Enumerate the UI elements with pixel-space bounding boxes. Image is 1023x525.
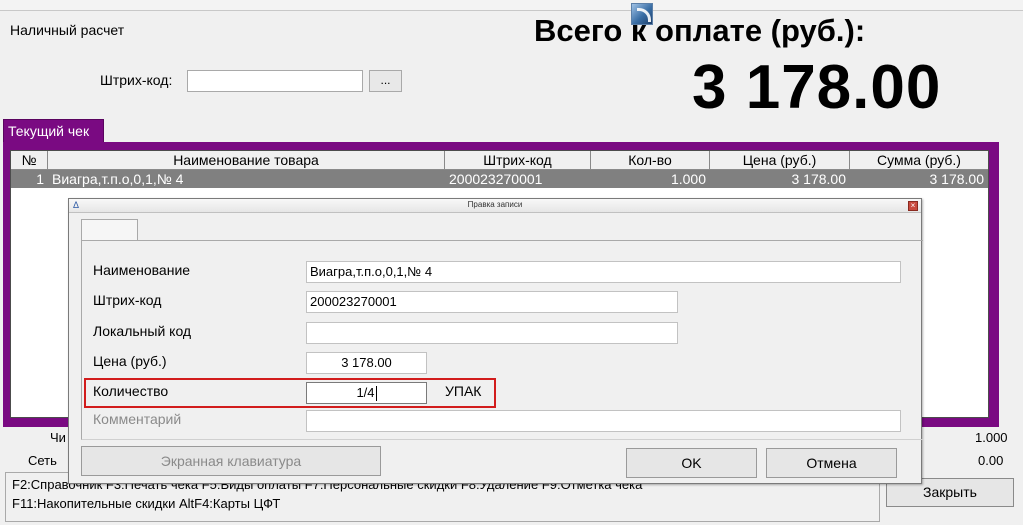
cell-barcode: 200023270001 <box>449 171 543 187</box>
ok-button[interactable]: OK <box>626 448 757 478</box>
comment-label: Комментарий <box>93 411 182 427</box>
hotkeys-line-2: F11:Накопительные скидки AltF4:Карты ЦФТ <box>12 496 281 511</box>
payment-mode-label: Наличный расчет <box>10 22 125 38</box>
column-header-barcode[interactable]: Штрих-код <box>445 151 591 170</box>
text-caret <box>375 386 377 402</box>
comment-field[interactable] <box>306 410 901 432</box>
dialog-title: Правка записи <box>467 200 523 209</box>
barcode-field-label: Штрих-код <box>93 292 162 308</box>
cancel-button[interactable]: Отмена <box>766 448 897 478</box>
dialog-titlebar[interactable]: Δ Правка записи × <box>69 199 921 213</box>
barcode-field[interactable]: 200023270001 <box>306 291 678 313</box>
quantity-value: 1/4 <box>356 385 375 400</box>
quantity-field[interactable]: 1/4 <box>306 382 427 404</box>
column-header-number[interactable]: № <box>11 151 48 170</box>
edit-record-dialog: Δ Правка записи × Наименование Виагра,т.… <box>68 198 923 484</box>
price-label: Цена (руб.) <box>93 353 167 369</box>
column-header-price[interactable]: Цена (руб.) <box>710 151 850 170</box>
on-screen-keyboard-button[interactable]: Экранная клавиатура <box>81 446 381 476</box>
discount-total: 0.00 <box>978 453 1004 468</box>
barcode-input[interactable] <box>187 70 363 92</box>
local-code-field[interactable] <box>306 322 678 344</box>
title-strip <box>0 0 1023 11</box>
dialog-tab[interactable] <box>81 219 138 241</box>
column-header-sum[interactable]: Сумма (руб.) <box>850 151 988 170</box>
quantity-label: Количество <box>93 383 169 399</box>
total-amount: 3 178.00 <box>692 53 942 122</box>
dialog-close-icon[interactable]: × <box>908 201 918 211</box>
receipt-summary-label: Чи <box>50 430 66 445</box>
cell-qty: 1.000 <box>670 171 706 187</box>
local-code-label: Локальный код <box>93 323 192 339</box>
cell-price: 3 178.00 <box>791 171 847 187</box>
cell-name: Виагра,т.п.о,0,1,№ 4 <box>52 171 184 187</box>
network-label: Сеть <box>28 453 57 468</box>
column-header-name[interactable]: Наименование товара <box>48 151 445 170</box>
barcode-label: Штрих-код: <box>100 72 173 88</box>
table-row[interactable]: 1 Виагра,т.п.о,0,1,№ 4 200023270001 1.00… <box>11 170 988 188</box>
barcode-browse-button[interactable]: ... <box>369 70 402 92</box>
quantity-total: 1.000 <box>975 430 1008 445</box>
cell-number: 1 <box>36 171 44 187</box>
receipt-table-header: № Наименование товара Штрих-код Кол-во Ц… <box>11 151 988 170</box>
quantity-unit: УПАК <box>445 383 482 399</box>
total-label: Всего к оплате (руб.): <box>534 13 866 48</box>
cell-sum: 3 178.00 <box>929 171 985 187</box>
name-label: Наименование <box>93 262 191 278</box>
column-header-qty[interactable]: Кол-во <box>591 151 710 170</box>
name-field[interactable]: Виагра,т.п.о,0,1,№ 4 <box>306 261 901 283</box>
tab-current-receipt[interactable]: Текущий чек <box>3 119 104 143</box>
price-field[interactable]: 3 178.00 <box>306 352 427 374</box>
